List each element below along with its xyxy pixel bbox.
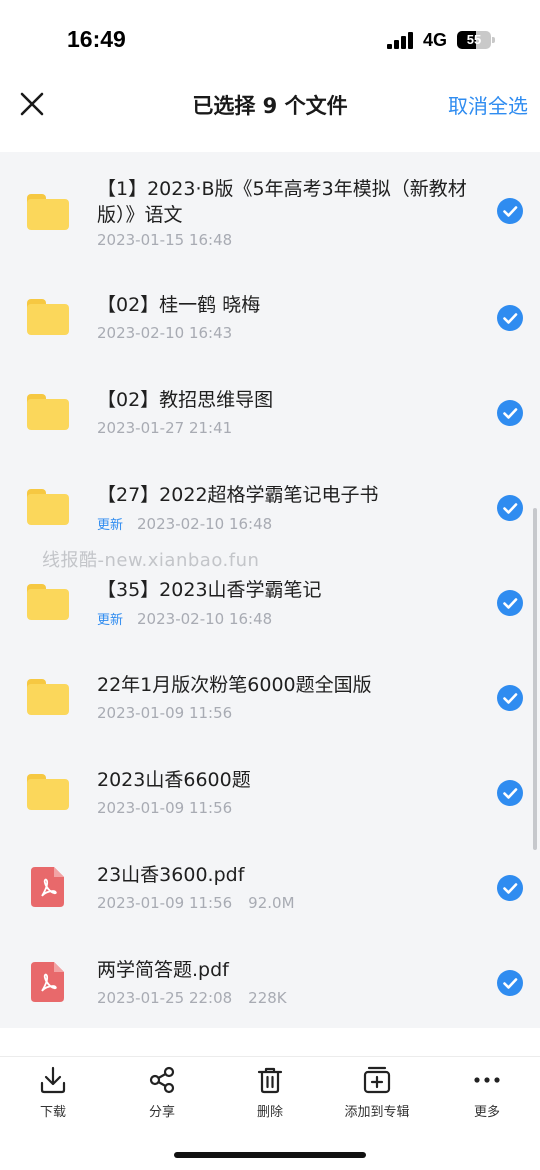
status-bar: 16:49 4G 55 [0, 0, 540, 80]
file-date: 2023-01-09 11:56 [97, 799, 233, 817]
file-name: 2023山香6600题 [97, 769, 251, 791]
add-to-album-button[interactable]: 添加到专辑 [332, 1065, 422, 1120]
file-size: 92.0M [248, 894, 295, 912]
file-row[interactable]: 【27】2022超格学霸笔记电子书 更新 2023-02-10 16:48 [0, 462, 540, 557]
cellular-signal-icon [387, 32, 415, 49]
checked-icon[interactable] [497, 495, 523, 521]
file-row[interactable]: 22年1月版次粉笔6000题全国版 2023-01-09 11:56 [0, 652, 540, 747]
checked-icon[interactable] [497, 970, 523, 996]
file-name: 22年1月版次粉笔6000题全国版 [97, 674, 372, 696]
file-date: 2023-02-10 16:48 [137, 610, 273, 628]
folder-icon [27, 394, 69, 430]
checked-icon[interactable] [497, 305, 523, 331]
delete-label: 删除 [256, 1105, 283, 1120]
file-row[interactable]: 【1】2023·B版《5年高考3年模拟（新教材版）》语文 2023-01-15 … [0, 170, 540, 265]
network-type: 4G [423, 30, 448, 50]
file-date: 2023-02-10 16:43 [97, 324, 233, 342]
file-row[interactable]: 【02】桂一鹤 晓梅 2023-02-10 16:43 [0, 272, 540, 367]
file-date: 2023-01-09 11:56 [97, 894, 233, 912]
selection-header: 已选择 9 个文件 取消全选 [0, 80, 540, 152]
download-label: 下载 [39, 1105, 66, 1120]
more-button[interactable]: 更多 [442, 1065, 532, 1120]
file-meta: 2023-01-27 21:41 [97, 419, 232, 437]
share-label: 分享 [148, 1105, 175, 1120]
download-icon [40, 1066, 66, 1094]
file-name: 【27】2022超格学霸笔记电子书 [97, 484, 379, 506]
cancel-select-all-button[interactable]: 取消全选 [448, 90, 528, 119]
file-meta: 2023-01-09 11:56 [97, 704, 232, 722]
file-meta: 2023-02-10 16:43 [97, 324, 232, 342]
share-button[interactable]: 分享 [117, 1065, 207, 1120]
checked-icon[interactable] [497, 780, 523, 806]
add-to-album-label: 添加到专辑 [344, 1105, 410, 1120]
battery-icon: 55 [457, 31, 491, 49]
file-row[interactable]: 【02】教招思维导图 2023-01-27 21:41 [0, 367, 540, 462]
file-row[interactable]: 两学简答题.pdf 2023-01-25 22:08 228K [0, 937, 540, 1032]
more-label: 更多 [473, 1105, 500, 1120]
folder-icon [27, 584, 69, 620]
file-date: 2023-01-09 11:56 [97, 704, 233, 722]
file-date: 2023-01-15 16:48 [97, 231, 233, 249]
folder-icon [27, 679, 69, 715]
battery-level: 55 [466, 32, 482, 47]
folder-icon [27, 299, 69, 335]
file-name: 【02】教招思维导图 [97, 389, 274, 411]
file-date: 2023-02-10 16:48 [137, 515, 273, 533]
battery-tip [492, 37, 495, 43]
file-meta: 2023-01-25 22:08 228K [97, 989, 287, 1007]
file-meta: 2023-01-09 11:56 92.0M [97, 894, 295, 912]
file-meta: 2023-01-09 11:56 [97, 799, 232, 817]
file-date: 2023-01-25 22:08 [97, 989, 233, 1007]
checked-icon[interactable] [497, 590, 523, 616]
file-meta: 更新 2023-02-10 16:48 [97, 514, 272, 533]
update-badge: 更新 [97, 518, 124, 533]
download-button[interactable]: 下载 [8, 1065, 98, 1120]
file-name: 23山香3600.pdf [97, 864, 245, 886]
trash-icon [257, 1067, 283, 1094]
checked-icon[interactable] [497, 875, 523, 901]
home-indicator[interactable] [174, 1152, 366, 1158]
folder-icon [27, 489, 69, 525]
scrollbar[interactable] [533, 508, 537, 850]
file-meta: 2023-01-15 16:48 [97, 231, 232, 249]
pdf-file-icon [31, 867, 64, 907]
share-icon [149, 1066, 175, 1094]
file-meta: 更新 2023-02-10 16:48 [97, 609, 272, 628]
checked-icon[interactable] [497, 198, 523, 224]
update-badge: 更新 [97, 613, 124, 628]
file-name: 两学简答题.pdf [97, 959, 229, 981]
more-icon [474, 1077, 500, 1083]
file-row[interactable]: 2023山香6600题 2023-01-09 11:56 [0, 747, 540, 842]
status-time: 16:49 [67, 26, 126, 52]
delete-button[interactable]: 删除 [225, 1065, 315, 1120]
add-to-album-icon [363, 1066, 391, 1094]
file-name: 【02】桂一鹤 晓梅 [97, 294, 261, 316]
file-list: 【1】2023·B版《5年高考3年模拟（新教材版）》语文 2023-01-15 … [0, 152, 540, 1028]
file-name: 【1】2023·B版《5年高考3年模拟（新教材版）》语文 [97, 178, 467, 226]
folder-icon [27, 194, 69, 230]
file-size: 228K [248, 989, 287, 1007]
folder-icon [27, 774, 69, 810]
watermark: 线报酷-new.xianbao.fun [42, 550, 260, 571]
checked-icon[interactable] [497, 685, 523, 711]
checked-icon[interactable] [497, 400, 523, 426]
pdf-file-icon [31, 962, 64, 1002]
file-row[interactable]: 23山香3600.pdf 2023-01-09 11:56 92.0M [0, 842, 540, 937]
file-date: 2023-01-27 21:41 [97, 419, 233, 437]
file-name: 【35】2023山香学霸笔记 [97, 579, 322, 601]
